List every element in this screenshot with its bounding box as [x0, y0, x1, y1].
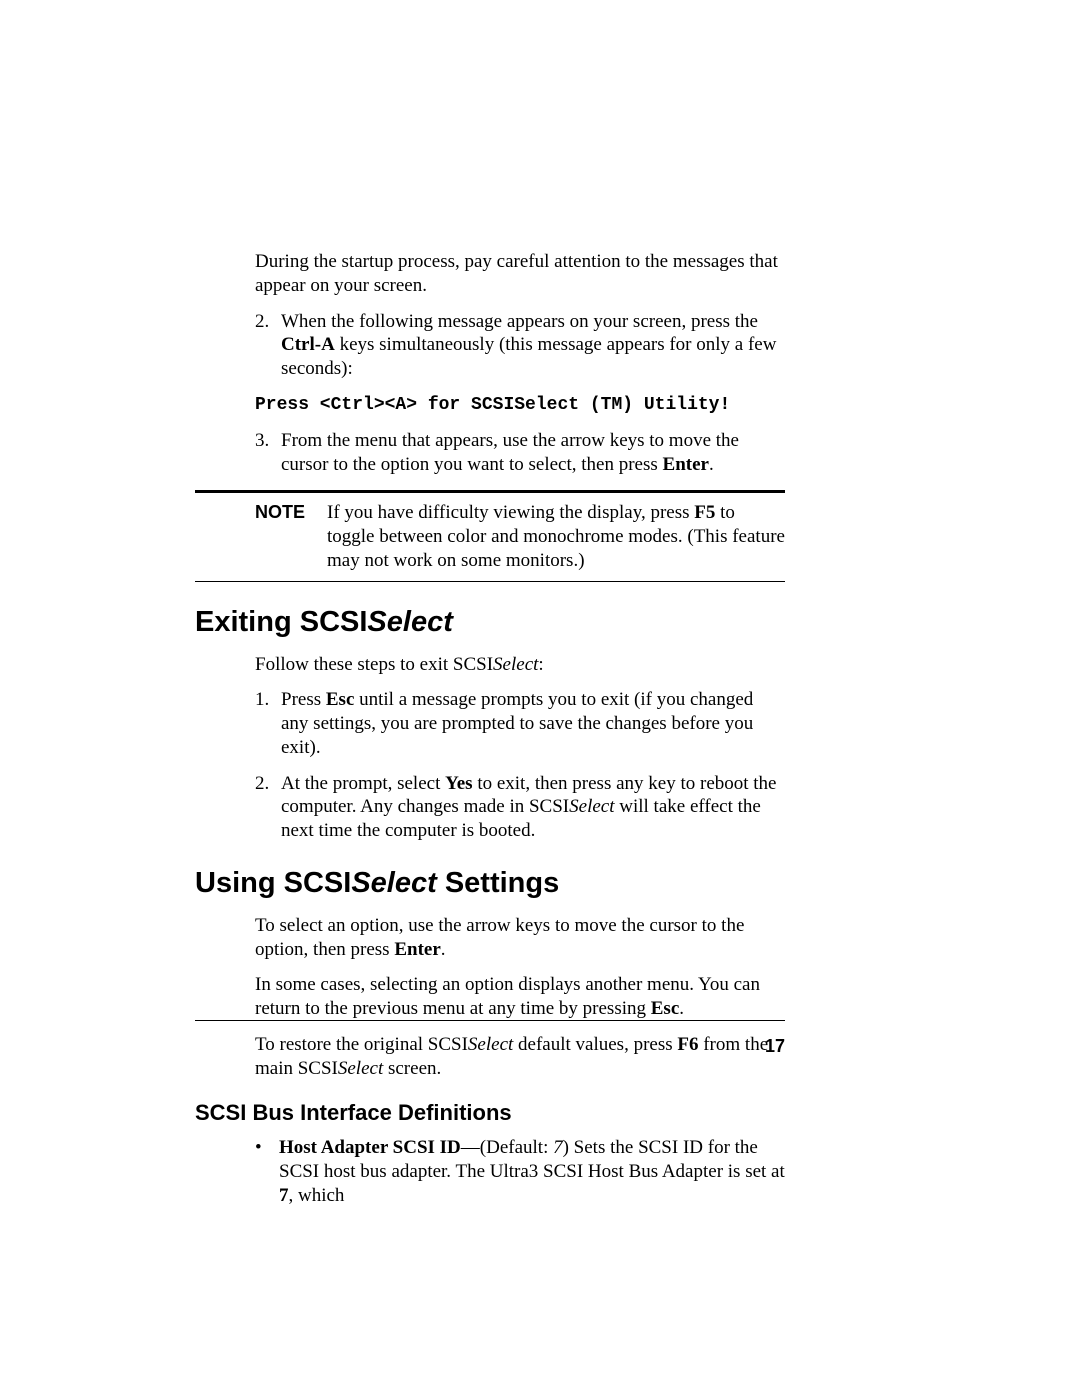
- heading-using: Using SCSISelect Settings: [195, 867, 785, 900]
- step-text: Press Esc until a message prompts you to…: [281, 688, 785, 759]
- list-marker: 1.: [255, 688, 281, 759]
- key-esc: Esc: [326, 689, 355, 710]
- code-message: Press <Ctrl><A> for SCSISelect (TM) Util…: [255, 395, 785, 415]
- list-marker: 2.: [255, 310, 281, 381]
- page-number: 17: [195, 1036, 785, 1057]
- definition-list: • Host Adapter SCSI ID—(Default: 7) Sets…: [255, 1136, 785, 1207]
- intro-paragraph: During the startup process, pay careful …: [255, 250, 785, 298]
- key-yes: Yes: [445, 773, 472, 794]
- step-3: 3. From the menu that appears, use the a…: [255, 429, 785, 477]
- step-2: 2. When the following message appears on…: [255, 310, 785, 381]
- definition-item: • Host Adapter SCSI ID—(Default: 7) Sets…: [255, 1136, 785, 1207]
- note-rule-top: [195, 490, 785, 493]
- definition-text: Host Adapter SCSI ID—(Default: 7) Sets t…: [279, 1136, 785, 1207]
- step-text: At the prompt, select Yes to exit, then …: [281, 772, 785, 843]
- entry-steps-cont: 3. From the menu that appears, use the a…: [255, 429, 785, 477]
- key-esc: Esc: [651, 998, 680, 1019]
- key-f5: F5: [694, 502, 715, 523]
- step-text: When the following message appears on yo…: [281, 310, 785, 381]
- list-marker: 2.: [255, 772, 281, 843]
- subheading-bus-defs: SCSI Bus Interface Definitions: [195, 1100, 785, 1126]
- using-p1: To select an option, use the arrow keys …: [255, 914, 785, 962]
- using-p2: In some cases, selecting an option displ…: [255, 973, 785, 1021]
- exit-step-1: 1. Press Esc until a message prompts you…: [255, 688, 785, 759]
- heading-exiting: Exiting SCSISelect: [195, 606, 785, 639]
- note-rule-bottom: [195, 581, 785, 582]
- exit-intro: Follow these steps to exit SCSISelect:: [255, 653, 785, 677]
- key-ctrl-a: Ctrl-A: [281, 334, 335, 355]
- key-enter: Enter: [394, 939, 440, 960]
- page-content: During the startup process, pay careful …: [195, 250, 785, 1212]
- footer-rule: [195, 1020, 785, 1021]
- key-enter: Enter: [663, 454, 709, 475]
- exit-steps: 1. Press Esc until a message prompts you…: [255, 688, 785, 843]
- list-marker: 3.: [255, 429, 281, 477]
- entry-steps: 2. When the following message appears on…: [255, 310, 785, 381]
- note-block: NOTE If you have difficulty viewing the …: [255, 501, 785, 572]
- exit-step-2: 2. At the prompt, select Yes to exit, th…: [255, 772, 785, 843]
- note-text: If you have difficulty viewing the displ…: [327, 501, 785, 572]
- bullet-icon: •: [255, 1136, 279, 1207]
- note-label: NOTE: [255, 501, 327, 572]
- step-text: From the menu that appears, use the arro…: [281, 429, 785, 477]
